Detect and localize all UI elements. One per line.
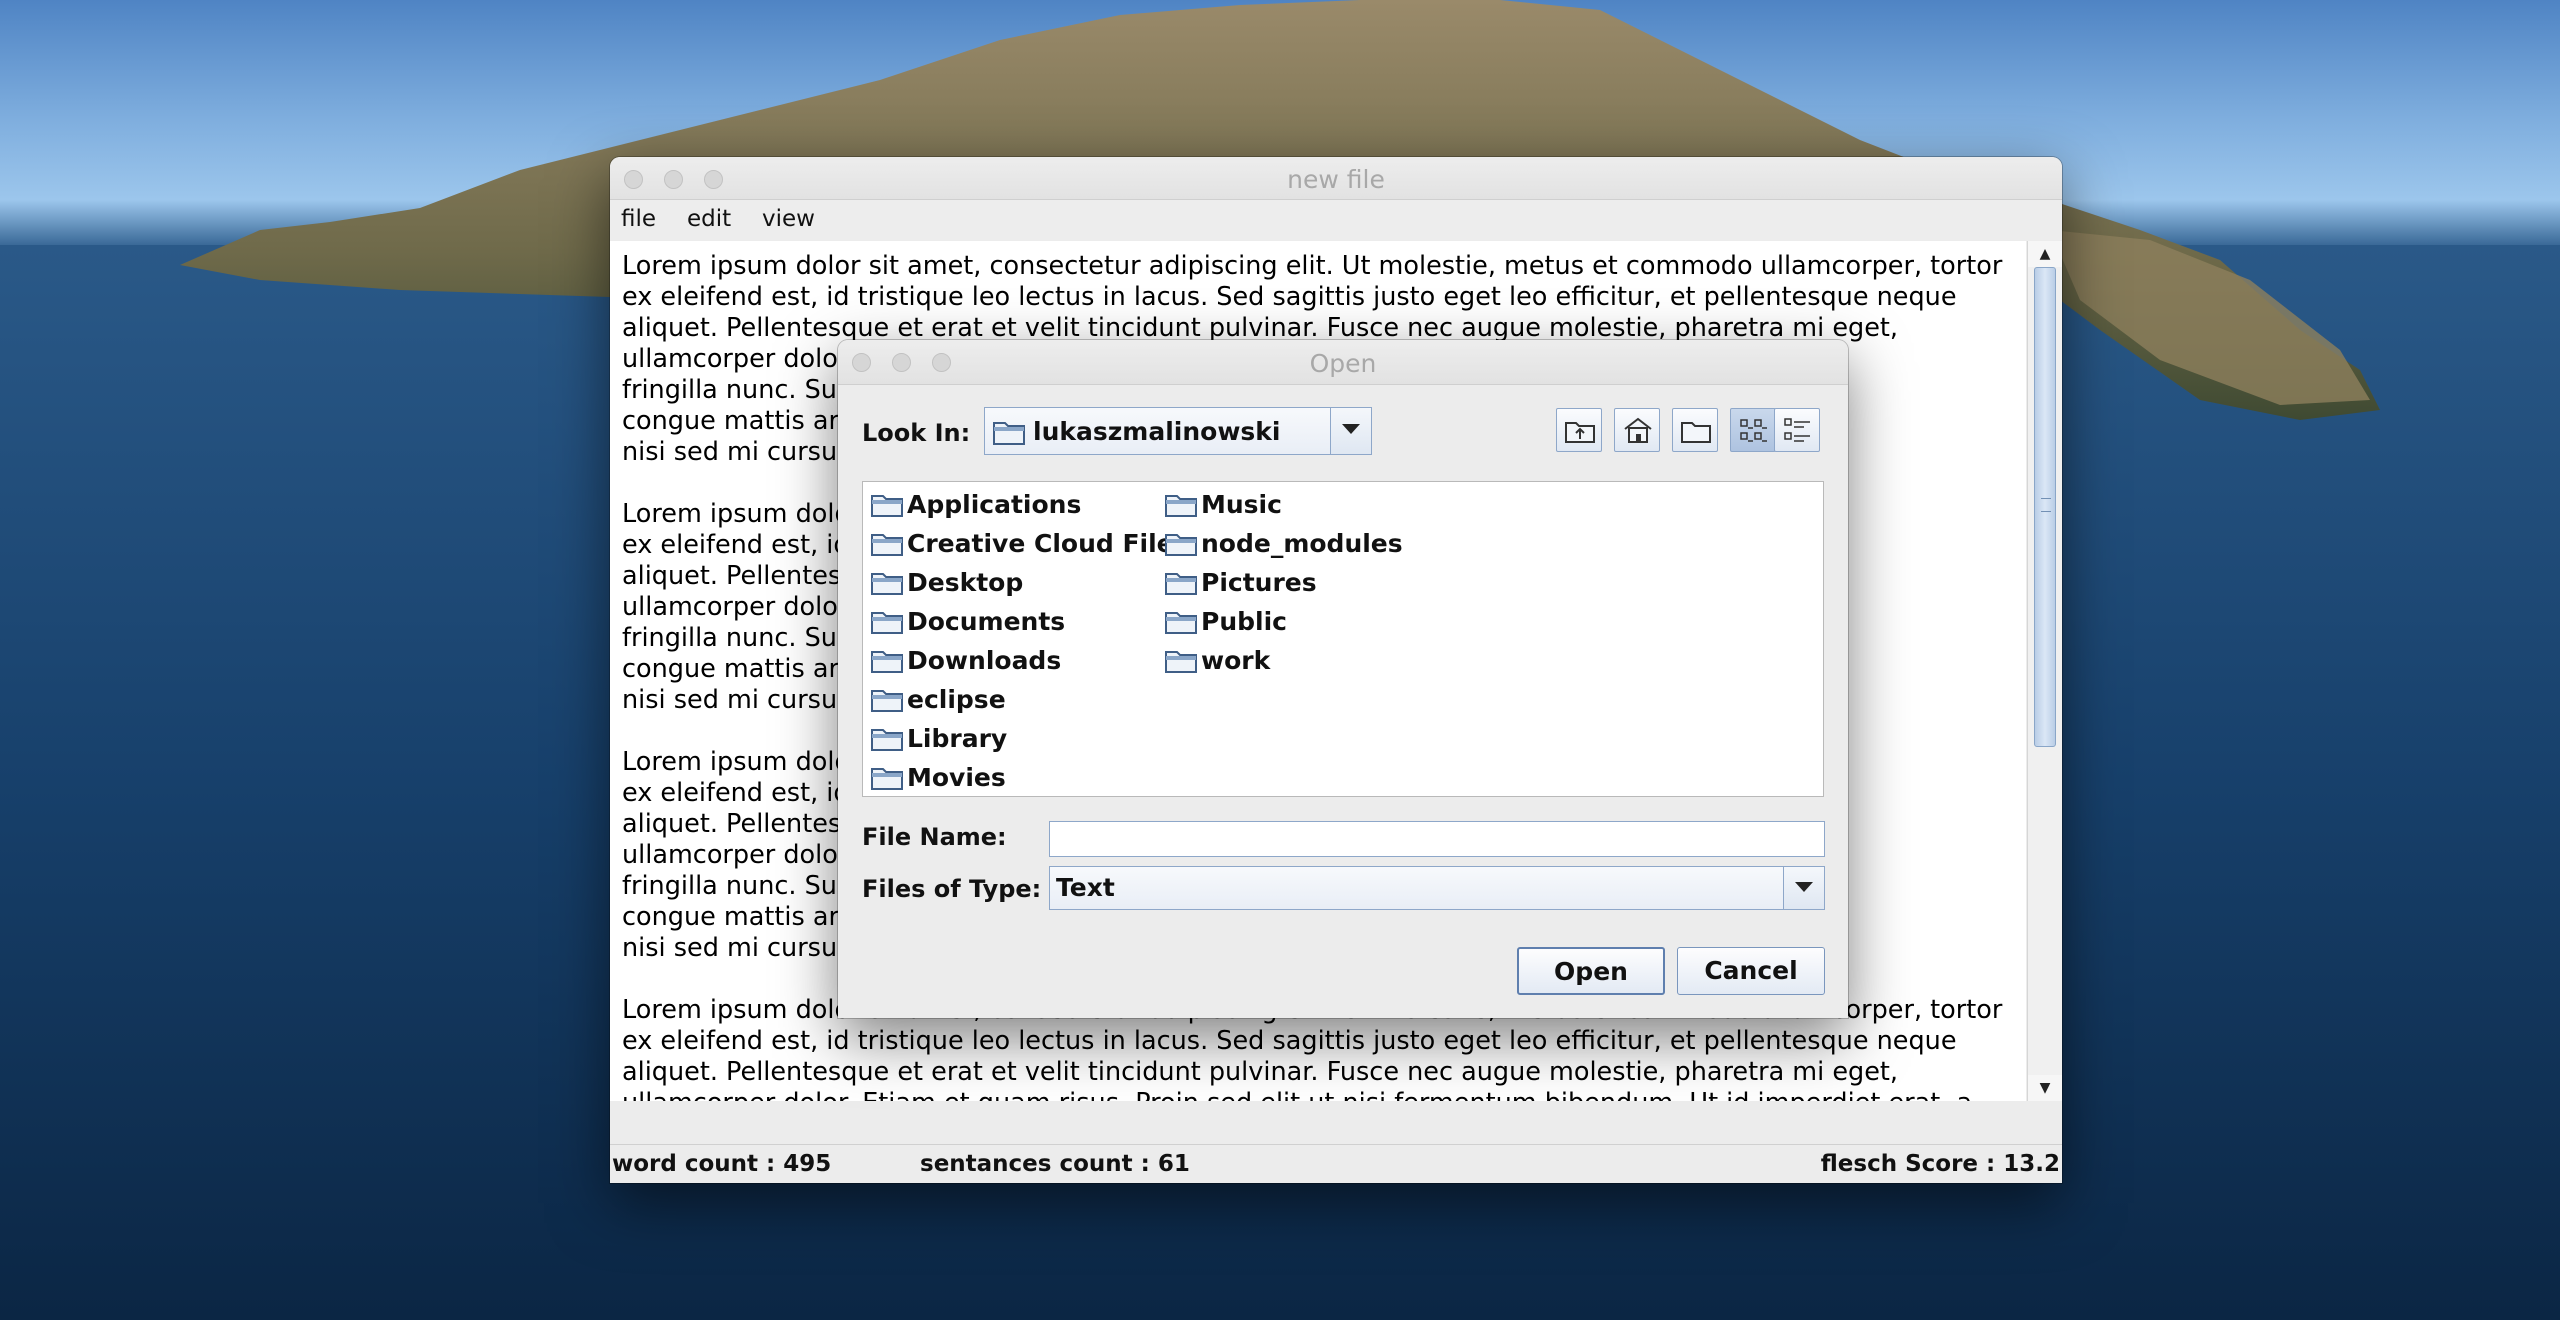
file-name-input[interactable]: [1049, 821, 1825, 857]
chevron-down-icon: [1342, 424, 1360, 434]
home-button[interactable]: [1614, 408, 1660, 452]
file-list[interactable]: Applications Creative Cloud Files Desktop D…: [862, 481, 1824, 797]
menu-edit[interactable]: edit: [687, 206, 731, 232]
up-folder-icon: [1565, 422, 1595, 443]
files-of-type-label: Files of Type:: [862, 875, 1042, 903]
details-view-icon: [1784, 418, 1810, 442]
look-in-label: Look In:: [862, 419, 971, 447]
open-dialog: Open Look In: lukaszmalinowski Applicati…: [838, 340, 1848, 1018]
folder-icon: [1165, 571, 1197, 599]
folder-icon: [1165, 610, 1197, 638]
folder-name: Downloads: [907, 646, 1062, 675]
folder-name: Public: [1201, 607, 1287, 636]
folder-name: Library: [907, 724, 1008, 753]
dialog-titlebar[interactable]: Open: [838, 340, 1848, 385]
dialog-title: Open: [1309, 349, 1377, 378]
folder-name: eclipse: [907, 685, 1006, 714]
menu-bar: file edit view: [610, 200, 2062, 240]
folder-icon: [871, 532, 903, 560]
chevron-down-icon: [1795, 882, 1813, 892]
editor-titlebar[interactable]: new file: [610, 157, 2062, 200]
details-view-button[interactable]: [1774, 408, 1820, 452]
folder-name: Music: [1201, 490, 1282, 519]
status-bar: word count : 495 sentances count : 61 fl…: [610, 1144, 2062, 1183]
home-icon: [1624, 417, 1652, 443]
folder-icon: [871, 766, 903, 794]
folder-name: work: [1201, 646, 1271, 675]
folder-icon: [871, 688, 903, 716]
folder-icon: [1165, 493, 1197, 521]
new-folder-icon: [1681, 422, 1711, 443]
folder-name: node_modules: [1201, 529, 1403, 558]
open-button[interactable]: Open: [1517, 947, 1665, 995]
menu-view[interactable]: view: [762, 206, 815, 232]
files-of-type-dropdown-arrow[interactable]: [1783, 867, 1824, 909]
file-name-label: File Name:: [862, 823, 1007, 851]
files-of-type-combo[interactable]: Text: [1049, 866, 1825, 910]
folder-icon: [871, 727, 903, 755]
folder-name: Desktop: [907, 568, 1024, 597]
word-count: word count : 495: [612, 1151, 832, 1177]
list-view-button[interactable]: [1730, 408, 1776, 452]
folder-icon: [871, 493, 903, 521]
folder-name: Creative Cloud Files: [907, 529, 1189, 558]
scroll-up-arrow-icon[interactable]: ▲: [2028, 241, 2062, 267]
folder-icon: [871, 610, 903, 638]
up-folder-button[interactable]: [1556, 408, 1602, 452]
folder-icon: [871, 571, 903, 599]
look-in-combo[interactable]: lukaszmalinowski: [984, 407, 1372, 455]
window-title: new file: [1287, 165, 1385, 194]
vertical-scrollbar[interactable]: ▲ ▼: [2027, 241, 2062, 1101]
files-of-type-value: Text: [1056, 873, 1115, 902]
look-in-dropdown-arrow[interactable]: [1330, 408, 1371, 454]
folder-name: Applications: [907, 490, 1082, 519]
folder-name: Pictures: [1201, 568, 1317, 597]
cancel-button[interactable]: Cancel: [1677, 947, 1825, 995]
list-view-icon: [1740, 419, 1767, 442]
folder-icon: [871, 649, 903, 677]
scroll-down-arrow-icon[interactable]: ▼: [2028, 1075, 2062, 1101]
scrollbar-thumb[interactable]: [2034, 267, 2056, 747]
flesch-score: flesch Score : 13.2: [1820, 1151, 2060, 1177]
folder-name: Movies: [907, 763, 1006, 792]
folder-name: Documents: [907, 607, 1066, 636]
folder-icon: [1165, 649, 1197, 677]
menu-file[interactable]: file: [621, 206, 656, 232]
folder-icon: [993, 422, 1025, 445]
sentence-count: sentances count : 61: [920, 1151, 1190, 1177]
look-in-value: lukaszmalinowski: [1033, 417, 1281, 446]
folder-icon: [1165, 532, 1197, 560]
new-folder-button[interactable]: [1672, 408, 1718, 452]
